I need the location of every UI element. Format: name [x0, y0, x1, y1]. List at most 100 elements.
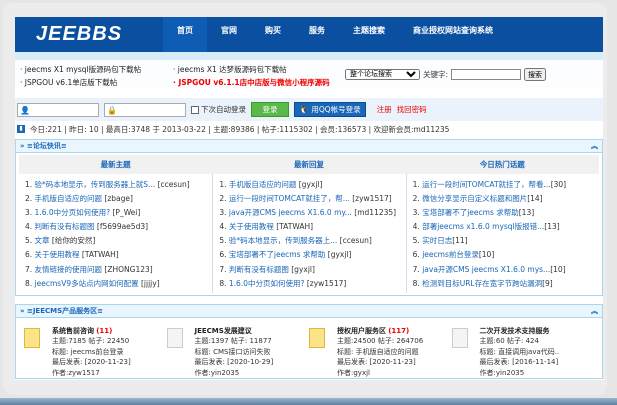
announcement-link[interactable]: · jeecms X1 达梦版源码包下载帖 — [173, 64, 287, 75]
collapse-icon[interactable]: ︽ — [591, 141, 598, 151]
topic-link[interactable]: 判断有没有标题图 — [35, 222, 95, 231]
topic-list: 1. 运行一段时间TOMCAT就挂了，帮看...[30] 2. 微信分享显示自定义… — [405, 174, 599, 293]
nav-buy[interactable]: 购买 — [251, 17, 295, 52]
nav-service[interactable]: 服务 — [295, 17, 339, 52]
topic-link[interactable]: 友情链接的使用问题 — [35, 265, 103, 274]
topic-link[interactable]: 文章 — [35, 236, 50, 245]
search-button[interactable]: 搜索 — [524, 68, 547, 81]
topic-meta: [ccesun] — [155, 180, 190, 189]
board-last-title[interactable]: 标题: jeecms前台登录 — [52, 347, 131, 358]
keyword-input[interactable] — [451, 69, 522, 80]
board-name[interactable]: 系统售前咨询 — [52, 327, 94, 335]
news-column: 最新主题 1. 验*码本地显示，传到服务器上就S... [ccesun] 2. 手机… — [19, 155, 213, 293]
topic-link[interactable]: 关于使用教程 — [35, 250, 80, 259]
topic-meta: [13] — [544, 222, 560, 232]
topic-meta: [zyw1517] — [304, 278, 347, 288]
topic-link[interactable]: 验*码本地显示，传到服务器上就S... — [35, 180, 156, 189]
qq-login-button[interactable]: 🐧 用QQ帐号登录 — [294, 102, 366, 117]
topic-link[interactable]: jeecmsV9多站点内网如何配置 — [35, 279, 139, 288]
nav-home[interactable]: 首页 — [163, 17, 207, 52]
link-text: jeecms X1 mysql版源码包下载帖 — [24, 65, 142, 74]
topic-list: 1. 手机版自适应的问题 [gyxjl] 2. 运行一段时间TOMCAT就挂了，帮… — [212, 174, 405, 293]
forum-board-card: 二次开发技术支持服务 主题:60 帖子: 424 标题: 直接调用java代码..… — [451, 326, 595, 379]
list-item: 6. jeecms前台登录[10] — [412, 250, 495, 260]
board-last-date: 最后发表: [2020-11-23] — [337, 358, 416, 367]
list-item: 3. 宝塔部署不了jeecms 求帮助[13] — [412, 208, 535, 218]
topic-link[interactable]: java开源CMS jeecms X1.6.0 my... — [229, 208, 352, 217]
login-button[interactable]: 登录 — [251, 102, 289, 117]
topic-link[interactable]: 宝塔部署不了jeecms 求帮助 — [422, 208, 519, 217]
board-document-icon — [451, 327, 468, 348]
username-input[interactable]: 👤 — [17, 102, 99, 117]
search-scope-select[interactable]: 整个论坛搜索 — [345, 69, 420, 80]
topic-list: 1. 验*码本地显示，传到服务器上就S... [ccesun] 2. 手机版自适应… — [19, 174, 212, 293]
announcement-link[interactable]: · JSPGOU v6.1.1店中店版与微信小程序源码 — [173, 77, 330, 88]
announcement-link[interactable]: · JSPGOU v6.1单店版下载帖 — [20, 77, 117, 88]
forum-board-card: 授权用户服务区 (117) 主题:24500 帖子: 264706 标题: 手机版自… — [309, 326, 452, 379]
topic-link[interactable]: 手机版自适应的问题 — [229, 180, 297, 189]
topic-meta: [gyxjl] — [325, 250, 352, 260]
topic-link[interactable]: 运行一段时间TOMCAT就挂了，帮... — [229, 194, 350, 203]
topic-link[interactable]: 判断有没有标题图 — [229, 265, 289, 274]
register-link[interactable]: 注册 — [377, 104, 392, 115]
collapse-icon[interactable]: ︽ — [591, 306, 598, 316]
topic-link[interactable]: java开源CMS jeecms X1.6.0 mys... — [422, 265, 550, 274]
list-item: 3. 1.6.0中分页如何使用? [P_Wei] — [25, 208, 141, 218]
nav-official[interactable]: 官网 — [207, 17, 251, 52]
auto-login-label: 下次自动登录 — [201, 105, 246, 114]
password-input[interactable]: 🔒 — [104, 102, 186, 117]
topic-meta: [给你的安然] — [49, 236, 96, 246]
forgot-password-link[interactable]: 找回密码 — [397, 104, 427, 115]
list-item: 1. 运行一段时间TOMCAT就挂了，帮看...[30] — [412, 180, 567, 189]
list-item: 2. 运行一段时间TOMCAT就挂了，帮... [zyw1517] — [219, 194, 392, 204]
topic-link[interactable]: 宝塔部署不了jeecms 求帮助 — [229, 250, 326, 259]
board-name[interactable]: JEECMS发展建议 — [195, 327, 252, 335]
board-last-author: 作者:yin2035 — [194, 368, 240, 377]
new-post-count: (11) — [96, 326, 113, 335]
board-counts: 主题:60 帖子: 424 — [479, 337, 539, 346]
board-last-author: 作者:zyw1517 — [52, 368, 100, 377]
nav-license-query[interactable]: 商业授权网站查询系统 — [399, 17, 507, 52]
topic-link[interactable]: 实时日志 — [422, 236, 452, 245]
topic-meta: [ZHONG123] — [102, 264, 153, 274]
list-item: 5. 文章 [给你的安然] — [25, 236, 96, 246]
topic-meta: [f5699ae5d3] — [94, 222, 149, 232]
topic-link[interactable]: jeecms前台登录 — [422, 250, 479, 259]
board-last-title[interactable]: 标题: 直接调用java代码.. — [480, 347, 560, 358]
auto-login-checkbox[interactable]: 下次自动登录 — [191, 104, 246, 115]
list-item: 1. 验*码本地显示，传到服务器上就S... [ccesun] — [25, 180, 190, 189]
header: JEEBBS 首页 官网 购买 服务 主题搜索 商业授权网站查询系统 — [15, 17, 603, 52]
board-last-title[interactable]: 标题: 手机版自适应的问题 — [337, 347, 423, 358]
topic-meta: [zyw1517] — [349, 194, 392, 204]
topic-link[interactable]: 验*码本地显示，传到服务器上... — [229, 236, 337, 245]
logo[interactable]: JEEBBS — [36, 23, 122, 46]
topic-meta: [gyxjl] — [296, 180, 323, 189]
topic-meta: [gyxjl] — [288, 264, 315, 274]
product-cards: 系统售前咨询 (11) 主题:7185 帖子: 22450 标题: jeecms前台… — [16, 318, 602, 379]
topic-link[interactable]: 手机版自适应的问题 — [35, 194, 103, 203]
topic-link[interactable]: 1.6.0中分页如何使用? — [229, 279, 305, 288]
topic-meta: [TATWAH] — [273, 222, 314, 232]
taskbar-strip — [0, 398, 617, 405]
topic-link[interactable]: 微信分享显示自定义标题和图片 — [422, 194, 527, 203]
topic-meta: [zbage] — [102, 194, 133, 204]
announcement-link[interactable]: · jeecms X1 mysql版源码包下载帖 — [20, 64, 141, 75]
list-item: 2. 微信分享显示自定义标题和图片[14] — [412, 194, 543, 204]
forum-board-card: JEECMS发展建议 主题:1397 帖子: 11877 标题: CMS接口访问失… — [166, 326, 310, 379]
topic-link[interactable]: 部署jeecms x1.6.0 mysql版报错... — [422, 222, 544, 231]
topic-link[interactable]: 运行一段时间TOMCAT就挂了，帮看... — [422, 180, 550, 189]
board-counts: 主题:7185 帖子: 22450 — [52, 337, 130, 346]
topic-link[interactable]: 1.6.0中分页如何使用? — [35, 208, 111, 217]
forum-stats: ▮ 今日:221 | 昨日: 10 | 最高日:3748 于 2013-03-2… — [15, 121, 603, 137]
board-last-title[interactable]: 标题: CMS接口访问失败 — [195, 347, 274, 358]
nav-topic-search[interactable]: 主题搜索 — [339, 17, 399, 52]
news-column: 最新回复 1. 手机版自适应的问题 [gyxjl] 2. 运行一段时间TOMCAT就… — [212, 155, 406, 293]
topic-link[interactable]: 检测到目标URL存在宽字节跨站漏洞 — [422, 279, 542, 288]
board-name[interactable]: 二次开发技术支持服务 — [480, 327, 550, 335]
news-column: 今日热门话题 1. 运行一段时间TOMCAT就挂了，帮看...[30] 2. 微信分… — [405, 155, 599, 293]
list-item: 1. 手机版自适应的问题 [gyxjl] — [219, 180, 323, 189]
list-item: 7. 友情链接的使用问题 [ZHONG123] — [25, 264, 153, 274]
list-item: 7. 判断有没有标题图 [gyxjl] — [219, 264, 315, 274]
board-name[interactable]: 授权用户服务区 — [337, 327, 386, 335]
topic-link[interactable]: 关于使用教程 — [229, 222, 274, 231]
